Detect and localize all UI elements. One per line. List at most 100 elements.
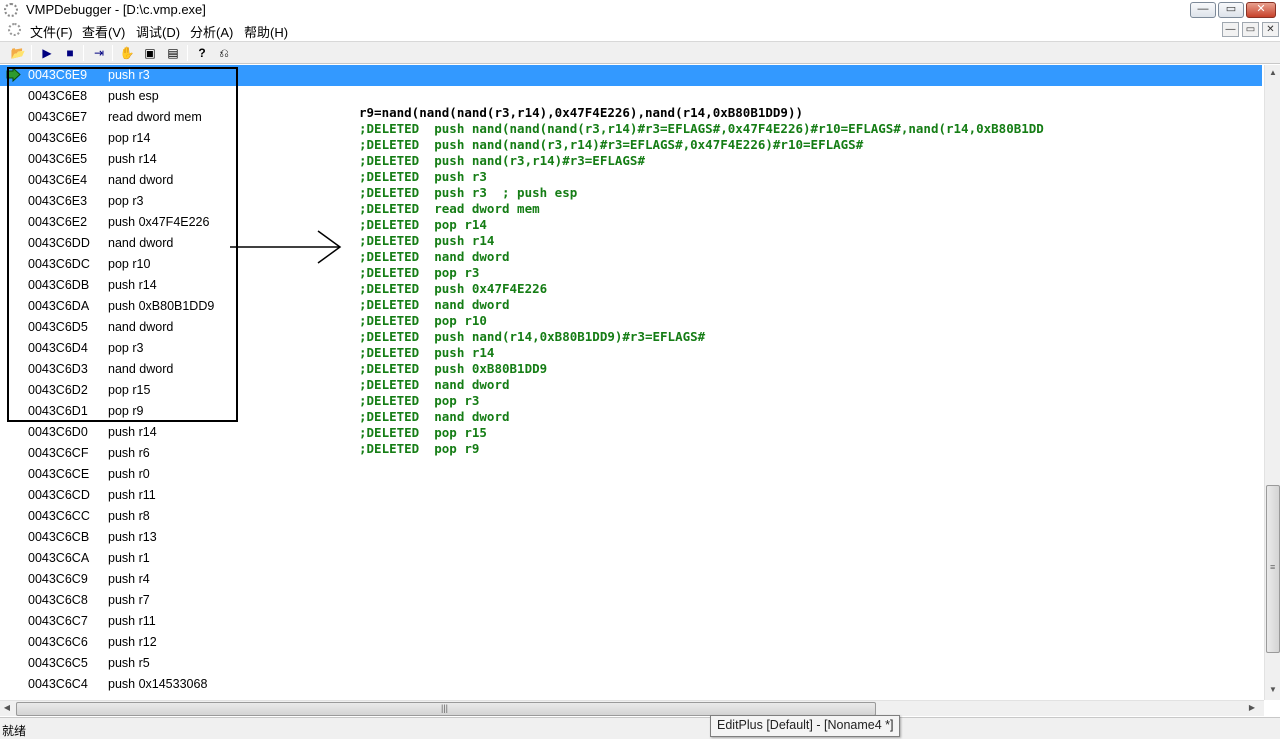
child-restore-button[interactable]: ▭ [1242, 22, 1259, 37]
deleted-line: ;DELETED pop r15 [359, 425, 487, 440]
row-instruction: pop r15 [108, 383, 151, 397]
row-address: 0043C6E3 [28, 194, 88, 208]
listing-row[interactable]: 0043C6CA push r1 [0, 548, 1262, 569]
row-instruction: pop r3 [108, 194, 144, 208]
stop-icon[interactable]: ■ [60, 44, 80, 62]
scroll-right-icon[interactable]: ▶ [1246, 703, 1258, 712]
row-address: 0043C6CB [28, 530, 90, 544]
row-address: 0043C6CC [28, 509, 90, 523]
listing-row[interactable]: 0043C6CB push r13 [0, 527, 1262, 548]
step-icon[interactable]: ⇥ [89, 44, 109, 62]
scroll-up-icon[interactable]: ▲ [1265, 68, 1280, 77]
minimize-button[interactable]: — [1190, 2, 1216, 18]
row-address: 0043C6C8 [28, 593, 88, 607]
close-button[interactable]: ✕ [1246, 2, 1276, 18]
row-instruction: push r7 [108, 593, 150, 607]
row-address: 0043C6DB [28, 278, 90, 292]
memory-icon[interactable]: ▣ [140, 44, 160, 62]
toolbar-separator [31, 45, 32, 61]
listing-row[interactable]: 0043C6C8 push r7 [0, 590, 1262, 611]
row-address: 0043C6D4 [28, 341, 88, 355]
deleted-line: ;DELETED push r14 [359, 233, 495, 248]
listing-row[interactable]: 0043C6C7 push r11 [0, 611, 1262, 632]
row-instruction: push r1 [108, 551, 150, 565]
listing-row[interactable]: 0043C6CD push r11 [0, 485, 1262, 506]
listing-row[interactable]: 0043C6E9 push r3 [0, 65, 1262, 86]
row-instruction: push 0xB80B1DD9 [108, 299, 215, 313]
row-address: 0043C6DA [28, 299, 90, 313]
deleted-line: ;DELETED push r14 [359, 345, 495, 360]
menu-file[interactable]: 文件(F) [30, 22, 73, 41]
row-address: 0043C6D1 [28, 404, 88, 418]
toolbar-separator [187, 45, 188, 61]
row-address: 0043C6E6 [28, 131, 88, 145]
row-instruction: push r13 [108, 530, 157, 544]
toolbar: 📂 ▶ ■ ⇥ ✋ ▣ ▤ ? ⎌ [0, 41, 1280, 64]
listing-row[interactable]: 0043C6E8 push esp [0, 86, 1262, 107]
row-instruction: pop r9 [108, 404, 144, 418]
listing-row[interactable]: 0043C6C9 push r4 [0, 569, 1262, 590]
row-instruction: push r14 [108, 278, 157, 292]
row-address: 0043C6E4 [28, 173, 88, 187]
row-instruction: pop r10 [108, 257, 151, 271]
row-instruction: push r14 [108, 425, 157, 439]
row-address: 0043C6CE [28, 467, 90, 481]
document-icon[interactable] [8, 23, 21, 36]
menu-analyze[interactable]: 分析(A) [190, 22, 233, 41]
deleted-line: ;DELETED pop r3 [359, 265, 480, 280]
deleted-line: ;DELETED push r3 ; push esp [359, 185, 578, 200]
menu-help[interactable]: 帮助(H) [244, 22, 288, 41]
list-icon[interactable]: ▤ [163, 44, 183, 62]
menu-debug[interactable]: 调试(D) [136, 22, 180, 41]
listing-row[interactable]: 0043C6C5 push r5 [0, 653, 1262, 674]
row-address: 0043C6C7 [28, 614, 88, 628]
deleted-line: ;DELETED nand dword [359, 249, 510, 264]
listing-row[interactable]: 0043C6CE push r0 [0, 464, 1262, 485]
row-address: 0043C6E2 [28, 215, 88, 229]
listing-row[interactable]: 0043C6C6 push r12 [0, 632, 1262, 653]
deleted-line: ;DELETED push nand(nand(r3,r14)#r3=EFLAG… [359, 137, 864, 152]
row-instruction: push esp [108, 89, 159, 103]
scroll-down-icon[interactable]: ▼ [1265, 685, 1280, 694]
deleted-line: ;DELETED pop r14 [359, 217, 487, 232]
row-address: 0043C6E5 [28, 152, 88, 166]
deleted-line: ;DELETED read dword mem [359, 201, 540, 216]
current-ip-arrow-icon [6, 67, 21, 82]
row-address: 0043C6C4 [28, 677, 88, 691]
arrow-back-icon[interactable]: ⎌ [214, 44, 234, 62]
horizontal-scroll-thumb[interactable]: ||| [16, 702, 876, 716]
row-address: 0043C6CA [28, 551, 90, 565]
disassembly-listing[interactable]: 0043C6E9 push r3 0043C6E8 push esp 0043C6E7 r… [0, 65, 1264, 700]
deleted-line: ;DELETED push 0xB80B1DD9 [359, 361, 548, 376]
horizontal-scrollbar[interactable]: ◀ ||| ▶ [0, 700, 1264, 716]
result-expression: r9=nand(nand(nand(r3,r14),0x47F4E226),na… [359, 105, 804, 120]
vertical-scroll-thumb[interactable]: ≡ [1266, 485, 1280, 653]
menu-view[interactable]: 查看(V) [82, 22, 125, 41]
vertical-scrollbar[interactable]: ▲ ≡ ▼ [1264, 65, 1280, 700]
toolbar-separator [83, 45, 84, 61]
row-instruction: push r6 [108, 446, 150, 460]
hand-icon[interactable]: ✋ [117, 44, 137, 62]
help-icon[interactable]: ? [192, 44, 212, 62]
row-instruction: push r12 [108, 635, 157, 649]
run-icon[interactable]: ▶ [37, 44, 57, 62]
child-close-button[interactable]: ✕ [1262, 22, 1279, 37]
row-address: 0043C6E9 [28, 68, 88, 82]
row-instruction: nand dword [108, 362, 174, 376]
child-minimize-button[interactable]: — [1222, 22, 1239, 37]
row-address: 0043C6E8 [28, 89, 88, 103]
row-address: 0043C6DC [28, 257, 90, 271]
maximize-button[interactable]: ▭ [1218, 2, 1244, 18]
toolbar-separator [112, 45, 113, 61]
listing-row[interactable]: 0043C6C4 push 0x14533068 [0, 674, 1262, 695]
row-instruction: push r8 [108, 509, 150, 523]
row-instruction: nand dword [108, 320, 174, 334]
row-instruction: nand dword [108, 236, 174, 250]
scroll-left-icon[interactable]: ◀ [1, 703, 13, 712]
row-instruction: pop r3 [108, 341, 144, 355]
row-instruction: pop r14 [108, 131, 151, 145]
listing-row[interactable]: 0043C6CC push r8 [0, 506, 1262, 527]
deleted-line: ;DELETED push nand(r14,0xB80B1DD9)#r3=EF… [359, 329, 706, 344]
app-icon [4, 3, 18, 17]
open-folder-icon[interactable]: 📂 [8, 44, 28, 62]
